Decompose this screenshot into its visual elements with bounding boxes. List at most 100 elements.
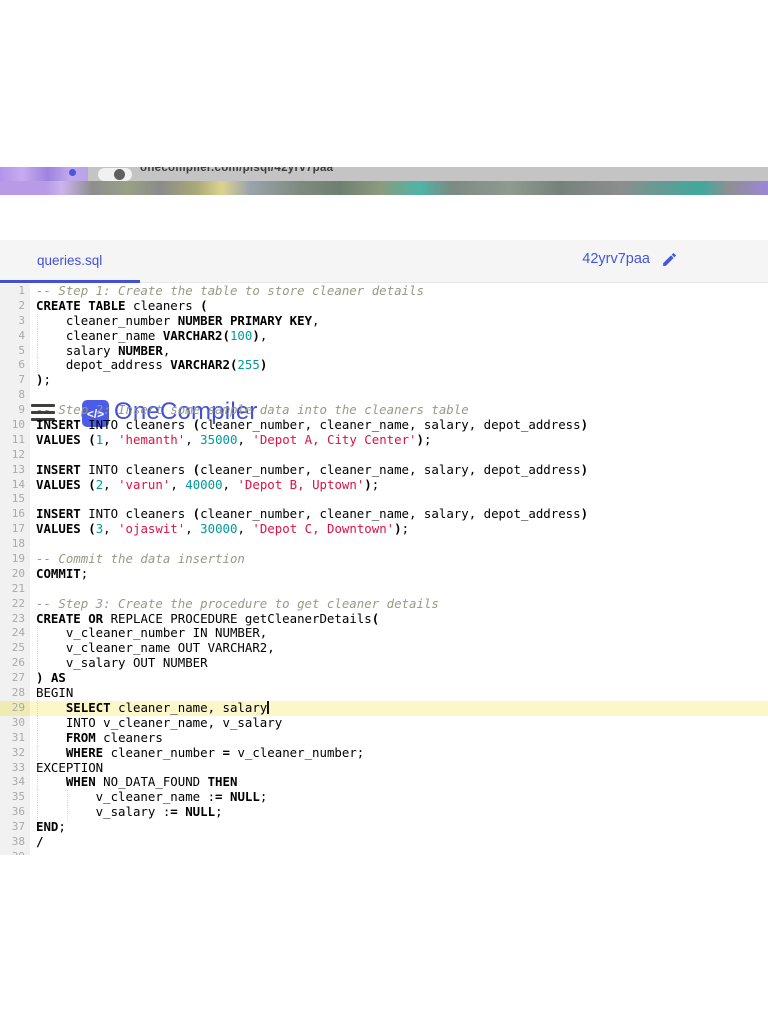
code-line[interactable]: 19 -- Commit the data insertion [0,551,768,567]
indent-guide [37,641,38,657]
line-number: 22 [0,596,30,612]
code-token: , [185,521,201,537]
code-token: EXCEPTION [36,759,104,775]
code-token: ) [259,357,268,373]
indent-guide [37,358,38,374]
code-text: / [30,833,768,850]
code-token: THEN [207,774,238,790]
code-line[interactable]: 32 WHERE cleaner_number = v_cleaner_numb… [0,744,768,761]
code-line[interactable]: 4 cleaner_name VARCHAR2(100), [0,327,768,344]
indent-guide [37,656,38,672]
browser-url-bar[interactable]: onecompiler.com/plsql/42yrv7paa [88,167,768,181]
edit-filename-pencil-icon[interactable] [661,251,678,268]
code-line[interactable]: 21 [0,581,768,597]
tab-bar: queries.sql 42yrv7paa [0,240,768,283]
code-token: ) [580,506,589,522]
indent-guide [37,775,38,791]
code-line[interactable]: 24 v_cleaner_number IN NUMBER, [0,626,768,642]
code-token: = [215,789,223,805]
line-number: 8 [0,388,30,404]
code-text: salary NUMBER, [30,342,768,359]
line-number: 37 [0,820,30,835]
indent-guide [37,745,38,761]
code-line[interactable]: 1 -- Step 1: Create the table to store cl… [0,284,768,299]
code-line[interactable]: 34 WHEN NO_DATA_FOUND THEN [0,774,768,791]
code-token: 35000 [200,431,238,447]
code-line[interactable]: 22 -- Step 3: Create the procedure to get… [0,596,768,612]
code-line[interactable]: 11 VALUES (1, 'hemanth', 35000, 'Depot A,… [0,431,768,448]
line-number: 2 [0,298,30,314]
code-token: , [162,342,171,358]
code-line[interactable]: 23 CREATE OR REPLACE PROCEDURE getCleaner… [0,611,768,627]
code-token: VALUES [36,521,81,537]
code-line[interactable]: 37 END; [0,819,768,835]
line-number: 28 [0,686,30,701]
code-area[interactable]: 1 -- Step 1: Create the table to store cl… [0,284,768,855]
code-token: -- Step 2: Insert some sample data into … [36,402,469,418]
tab-queries-sql[interactable]: queries.sql [0,240,140,283]
code-token: -- Commit the data insertion [36,551,245,567]
code-text: cleaner_number NUMBER PRIMARY KEY, [30,313,768,329]
indent-guide [37,313,38,329]
code-line[interactable]: 7); [0,372,768,389]
code-line[interactable]: 29 SELECT cleaner_name, salary [0,700,768,716]
code-line[interactable]: 38 / [0,833,768,850]
code-line[interactable]: 20 COMMIT; [0,566,768,582]
code-line[interactable]: 13 INSERT INTO cleaners (cleaner_number, … [0,461,768,478]
code-line[interactable]: 3 cleaner_number NUMBER PRIMARY KEY, [0,313,768,329]
code-token: cleaner_number [103,744,223,760]
line-number: 16 [0,507,30,523]
code-line[interactable]: 2 CREATE TABLE cleaners ( [0,298,768,314]
code-line[interactable]: 31 FROM cleaners [0,730,768,746]
code-token: cleaner_name [36,327,163,343]
code-token: cleaner_number, cleaner_name, salary, de… [200,461,581,477]
code-token: , [103,476,119,492]
code-line[interactable]: 27) AS [0,670,768,687]
code-line[interactable]: 15 [0,492,768,508]
code-line[interactable]: 6 depot_address VARCHAR2(255) [0,357,768,374]
code-token: ) [394,521,402,537]
line-number: 3 [0,313,30,329]
code-token: , [237,431,253,447]
line-number: 23 [0,611,30,627]
code-line[interactable]: 8 [0,388,768,404]
code-text: BEGIN [30,685,768,701]
code-token: INSERT [36,506,81,522]
code-line[interactable]: 9 -- Step 2: Insert some sample data into… [0,402,768,419]
code-token: ) [252,327,260,343]
line-number: 35 [0,790,30,806]
code-line[interactable]: 5 salary NUMBER, [0,342,768,359]
line-number: 1 [0,284,30,299]
code-line[interactable]: 25 v_cleaner_name OUT VARCHAR2, [0,640,768,657]
code-token: salary [36,342,119,358]
code-line[interactable]: 10 INSERT INTO cleaners (cleaner_number, … [0,417,768,433]
code-line[interactable]: 18 [0,537,768,553]
code-line[interactable]: 26 v_salary OUT NUMBER [0,655,768,672]
chrome-blue-dot [69,169,76,176]
indent-guide [37,343,38,359]
code-line[interactable]: 14 VALUES (2, 'varun', 40000, 'Depot B, U… [0,476,768,493]
code-token: VALUES [36,431,81,447]
code-line[interactable]: 16 INSERT INTO cleaners (cleaner_number, … [0,506,768,523]
line-number: 32 [0,745,30,761]
code-line[interactable]: 28 BEGIN [0,685,768,701]
code-line[interactable]: 30 INTO v_cleaner_name, v_salary [0,714,768,731]
code-line[interactable]: 17 VALUES (3, 'ojaswit', 30000, 'Depot C,… [0,521,768,538]
line-number: 19 [0,552,30,567]
code-token: INTO v_cleaner_name, v_salary [36,714,283,730]
code-line[interactable]: 12 [0,447,768,463]
code-line[interactable]: 39 [0,849,768,855]
code-line[interactable]: 36 v_salary := NULL; [0,804,768,821]
code-line[interactable]: 35 v_cleaner_name := NULL; [0,789,768,806]
code-token: v_cleaner_name : [36,789,216,805]
code-line[interactable]: 33 EXCEPTION [0,759,768,776]
code-token: / [36,833,44,849]
code-token: VALUES [36,476,81,492]
line-number: 20 [0,566,30,582]
